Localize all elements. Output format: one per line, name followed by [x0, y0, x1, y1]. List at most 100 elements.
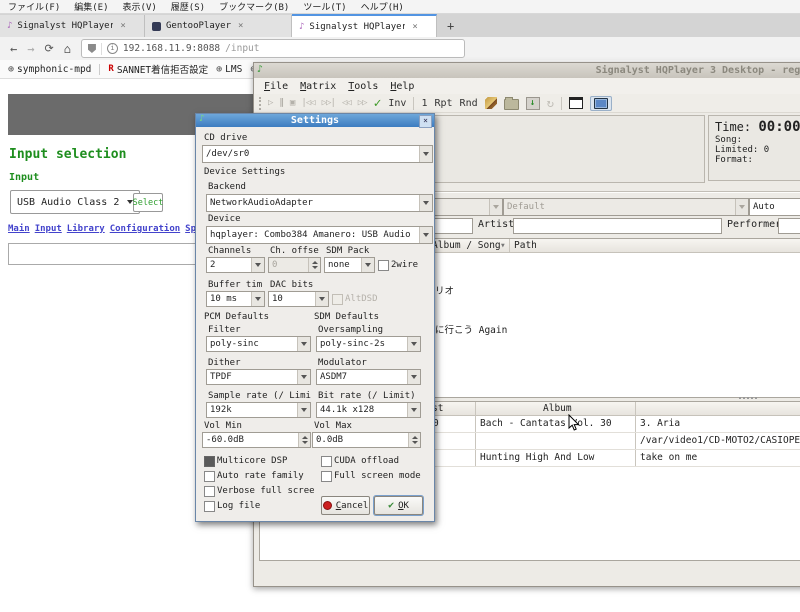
twowire-checkbox[interactable] [378, 260, 389, 271]
confirm-check-icon[interactable]: ✓ [374, 96, 382, 111]
random-button[interactable]: Rnd [460, 98, 478, 109]
reload-icon[interactable]: ⟳ [44, 42, 53, 55]
input-device-select[interactable]: USB Audio Class 2 [10, 190, 140, 214]
link-main[interactable]: Main [8, 224, 30, 234]
verbose-full-screen-checkbox[interactable] [204, 486, 215, 497]
invert-button[interactable]: Inv [388, 98, 406, 109]
tab-hqplayer-2[interactable]: ♪ Signalyst HQPlayer 4 × [292, 14, 437, 37]
multicore-dsp-checkbox[interactable] [204, 456, 215, 467]
dropdown-arrow-icon [419, 195, 432, 211]
menu-edit[interactable]: 編集(E) [74, 0, 108, 13]
bookmark-sannet[interactable]: R SANNET着信拒否設定 [108, 62, 208, 76]
menu-tools[interactable]: ツール(T) [303, 0, 346, 13]
vol-min-spinner[interactable]: -60.0dB [202, 432, 311, 448]
list-item[interactable]: に行こう Again [435, 322, 507, 336]
shield-icon[interactable] [88, 44, 96, 53]
tab-close-icon[interactable]: × [118, 21, 127, 31]
dac-bits-combo[interactable]: 10 [268, 291, 329, 307]
modulator-combo[interactable]: ASDM7 [316, 369, 421, 385]
menu-help[interactable]: Help [390, 81, 414, 92]
tab-close-icon[interactable]: × [236, 21, 245, 31]
tab-close-icon[interactable]: × [410, 22, 419, 32]
menu-matrix[interactable]: Matrix [300, 81, 336, 92]
hqplayer-titlebar[interactable]: Signalyst HQPlayer 3 Desktop - register [254, 63, 800, 79]
ch-offset-spinner[interactable]: 0 [268, 257, 321, 273]
stop-icon[interactable]: ▣ [290, 98, 294, 108]
full-screen-mode-checkbox[interactable] [321, 471, 332, 482]
filter-combo[interactable]: poly-sinc [206, 336, 311, 352]
column-divider[interactable] [509, 239, 510, 252]
previous-track-icon[interactable]: |◁◁ [301, 98, 314, 108]
refresh-icon[interactable]: ↻ [547, 96, 554, 110]
sdm-pack-combo[interactable]: none [324, 257, 375, 273]
device-combo[interactable]: hqplayer: Combo384 Amanero: USB Audio [206, 226, 433, 244]
menu-bookmarks[interactable]: ブックマーク(B) [219, 0, 289, 13]
save-icon[interactable]: ↓ [526, 97, 540, 110]
play-icon[interactable]: ▷ [268, 98, 272, 108]
bookmark-lms[interactable]: ⊕ LMS [216, 64, 242, 75]
screen-mode-button[interactable] [590, 96, 612, 111]
auto-rate-family-checkbox[interactable] [204, 471, 215, 482]
settings-titlebar[interactable]: Settings [196, 114, 434, 127]
info-icon[interactable]: i [107, 43, 118, 54]
dropdown-arrow-icon [407, 370, 420, 384]
buffer-time-combo[interactable]: 10 ms [206, 291, 265, 307]
close-icon[interactable]: × [419, 115, 432, 128]
artist-input[interactable] [513, 218, 722, 234]
open-folder-icon[interactable] [504, 99, 519, 110]
new-tab-button[interactable]: + [437, 19, 464, 33]
column-divider[interactable] [635, 402, 636, 466]
album-song-column-header[interactable]: Album / Song [432, 240, 501, 251]
repeat-button[interactable]: Rpt [434, 98, 452, 109]
performer-input[interactable] [778, 218, 800, 234]
list-item[interactable]: リオ [435, 283, 454, 297]
channels-combo[interactable]: 2 [206, 257, 265, 273]
link-configuration[interactable]: Configuration [110, 224, 180, 234]
menu-view[interactable]: 表示(V) [123, 0, 157, 13]
rewind-icon[interactable]: ◁◁ [342, 98, 351, 108]
screen-icon [594, 98, 608, 109]
times-button[interactable]: 1 [421, 98, 427, 109]
forward-icon[interactable]: → [27, 42, 34, 56]
toolbar-drag-handle[interactable] [259, 97, 261, 110]
url-bar[interactable]: i 192.168.11.9:8088/input [81, 39, 465, 58]
window-mode-icon[interactable] [569, 97, 583, 109]
menu-history[interactable]: 履歴(S) [171, 0, 205, 13]
next-track-icon[interactable]: ▷▷| [322, 98, 335, 108]
oversampling-combo[interactable]: poly-sinc-2s [316, 336, 421, 352]
log-file-label: Log file [217, 501, 260, 511]
home-icon[interactable]: ⌂ [64, 42, 71, 56]
vol-max-spinner[interactable]: 0.0dB [312, 432, 421, 448]
ok-button[interactable]: ✔ OK [374, 496, 423, 515]
cd-drive-combo[interactable]: /dev/sr0 [202, 145, 433, 163]
menu-help[interactable]: ヘルプ(H) [361, 0, 404, 13]
album-column-header[interactable]: Album [543, 403, 572, 414]
pause-icon[interactable]: ∥ [279, 98, 283, 108]
tab-hqplayer-1[interactable]: ♪ Signalyst HQPlayer 4 × [0, 15, 145, 37]
altdsd-checkbox[interactable] [332, 294, 343, 305]
link-library[interactable]: Library [67, 224, 105, 234]
menu-file[interactable]: File [264, 81, 288, 92]
splitter-handle[interactable] [739, 397, 757, 399]
select-button[interactable]: Select [133, 193, 163, 212]
cancel-button[interactable]: Cancel [321, 496, 370, 515]
dither-combo[interactable]: TPDF [206, 369, 311, 385]
bookmark-symphonic-mpd[interactable]: ⊕ symphonic-mpd [8, 64, 91, 75]
cuda-offload-checkbox[interactable] [321, 456, 332, 467]
sort-arrow-icon[interactable]: ▾ [500, 240, 506, 251]
column-divider[interactable] [475, 402, 476, 466]
bit-rate-combo[interactable]: 44.1k x128 [316, 402, 421, 418]
path-column-header[interactable]: Path [514, 240, 537, 251]
mode-combo[interactable]: Auto [749, 198, 800, 216]
tab-gentooplayer[interactable]: GentooPlayer × [145, 15, 292, 37]
clear-brush-icon[interactable] [485, 97, 497, 109]
backend-combo[interactable]: NetworkAudioAdapter [206, 194, 433, 212]
menu-file[interactable]: ファイル(F) [8, 0, 60, 13]
fast-forward-icon[interactable]: ▷▷ [358, 98, 367, 108]
sample-rate-combo[interactable]: 192k [206, 402, 311, 418]
preset-combo[interactable]: Default [503, 198, 749, 216]
menu-tools[interactable]: Tools [348, 81, 378, 92]
link-input[interactable]: Input [35, 224, 62, 234]
log-file-checkbox[interactable] [204, 501, 215, 512]
back-icon[interactable]: ← [10, 42, 17, 56]
